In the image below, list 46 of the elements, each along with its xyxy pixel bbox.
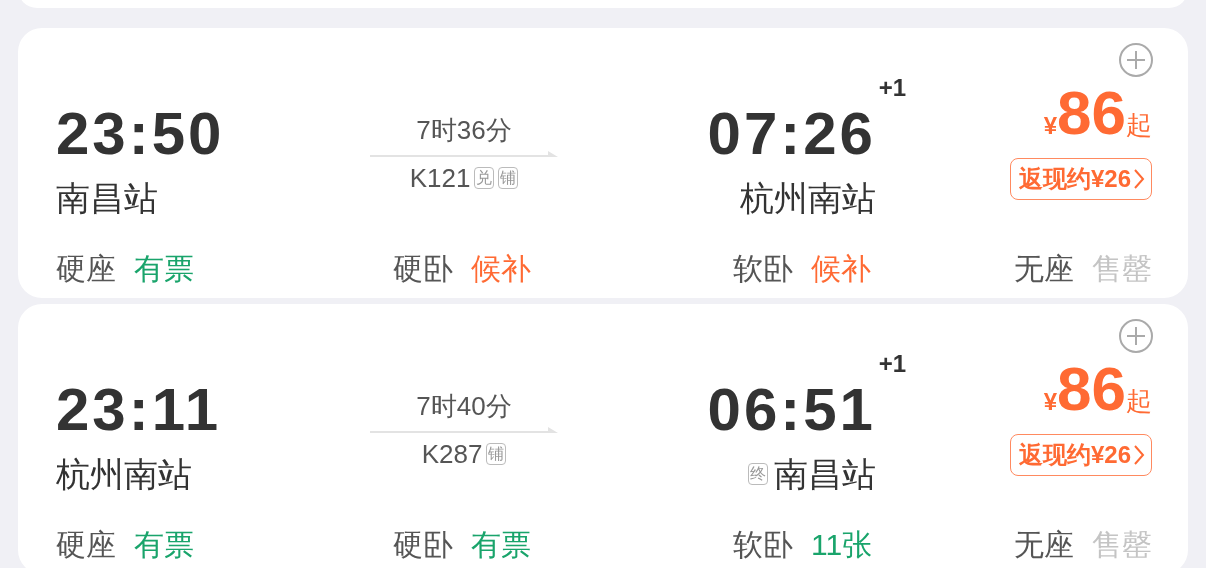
seat-class: 硬卧 bbox=[393, 252, 453, 286]
currency: ¥ bbox=[1043, 388, 1058, 416]
train-card[interactable]: 23:11 杭州南站 7时40分 K287 铺 06:51 +1 终 南昌站 ¥86起 返现约¥26 硬座 有票 硬卧 有票 软卧 11张 无座 售罄 bbox=[18, 304, 1188, 568]
train-tag: 铺 bbox=[498, 167, 519, 189]
arrival-station: 南昌站 bbox=[774, 454, 876, 494]
seat-class: 无座 bbox=[1014, 252, 1074, 286]
seat-status: 售罄 bbox=[1092, 252, 1152, 286]
chevron-icon bbox=[1133, 444, 1145, 466]
price-suffix: 起 bbox=[1126, 109, 1152, 142]
arrow-icon bbox=[370, 425, 558, 435]
seat-class: 硬座 bbox=[56, 252, 116, 286]
seat-status: 11张 bbox=[811, 528, 873, 562]
currency: ¥ bbox=[1043, 112, 1058, 140]
arrow-icon bbox=[370, 149, 558, 159]
seat-class: 硬卧 bbox=[393, 528, 453, 562]
seat-status: 有票 bbox=[134, 252, 194, 286]
day-offset: +1 bbox=[878, 76, 906, 100]
terminal-tag: 终 bbox=[748, 463, 768, 485]
seat-class: 无座 bbox=[1014, 528, 1074, 562]
seat-class: 硬座 bbox=[56, 528, 116, 562]
seat-status: 有票 bbox=[471, 528, 531, 562]
seat-status: 售罄 bbox=[1092, 528, 1152, 562]
seat-status: 候补 bbox=[471, 252, 531, 286]
train-number: K287 bbox=[421, 439, 483, 469]
price-suffix: 起 bbox=[1126, 385, 1152, 418]
price: 86 bbox=[1057, 82, 1126, 144]
train-card[interactable]: 23:50 南昌站 7时36分 K121 兑 铺 07:26 +1 杭州南站 ¥86起 返现约¥26 硬座 有票 硬卧 候补 软卧 候补 无座 售罄 bbox=[18, 28, 1188, 298]
train-tag: 铺 bbox=[486, 443, 507, 465]
train-number: K121 bbox=[409, 163, 471, 193]
arrival-station: 杭州南站 bbox=[740, 178, 876, 218]
seat-class: 软卧 bbox=[733, 528, 793, 562]
seat-status: 有票 bbox=[134, 528, 194, 562]
departure-station: 杭州南站 bbox=[56, 454, 192, 494]
departure-time: 23:50 bbox=[56, 104, 225, 164]
seat-class: 软卧 bbox=[733, 252, 793, 286]
duration: 7时40分 bbox=[416, 391, 512, 421]
seat-status: 候补 bbox=[811, 252, 871, 286]
departure-time: 23:11 bbox=[56, 380, 222, 440]
train-tag: 兑 bbox=[474, 167, 495, 189]
chevron-icon bbox=[1133, 168, 1145, 190]
add-icon[interactable] bbox=[1118, 42, 1154, 78]
day-offset: +1 bbox=[878, 352, 906, 376]
add-icon[interactable] bbox=[1118, 318, 1154, 354]
duration: 7时36分 bbox=[416, 115, 512, 145]
departure-station: 南昌站 bbox=[56, 178, 158, 218]
price: 86 bbox=[1057, 358, 1126, 420]
